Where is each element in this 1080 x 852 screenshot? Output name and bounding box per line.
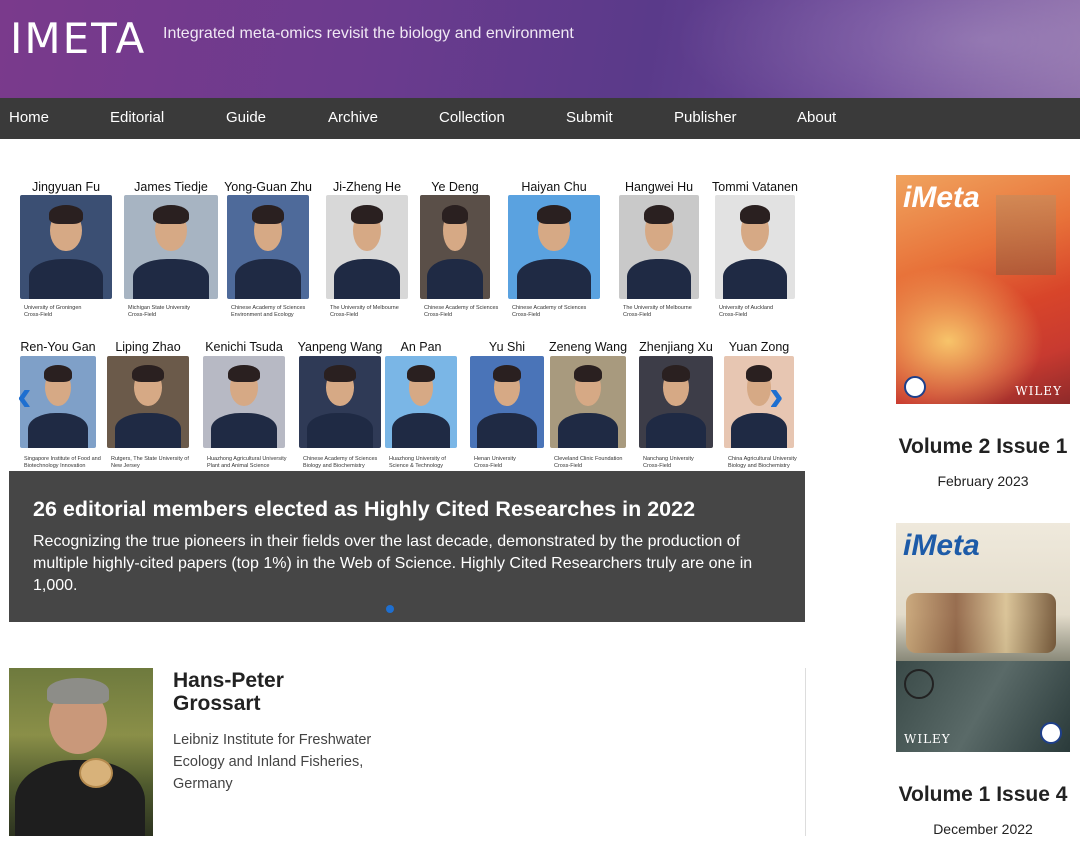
member-affiliation: Chinese Academy of Sciences Biology and … (303, 456, 378, 469)
member-name: Kenichi Tsuda (205, 340, 283, 354)
member-affiliation: Nanchang University Cross-Field (643, 456, 694, 469)
member-name: Ren-You Gan (20, 340, 96, 354)
caption-title[interactable]: 26 editorial members elected as Highly C… (33, 497, 781, 522)
member-affiliation: Huazhong Agricultural University Plant a… (207, 456, 287, 469)
member-photo[interactable] (420, 195, 490, 299)
nav-archive[interactable]: Archive (328, 109, 378, 126)
member-name: Ye Deng (431, 180, 479, 194)
issue-volume-v2i1[interactable]: Volume 2 Issue 1 (883, 435, 1080, 459)
nav-guide[interactable]: Guide (226, 109, 266, 126)
member-affiliation: The University of Melbourne Cross-Field (330, 305, 399, 318)
member-photo[interactable] (385, 356, 457, 448)
member-photo[interactable] (619, 195, 699, 299)
member-name: James Tiedje (134, 180, 208, 194)
featured-affil-line-3: Germany (173, 776, 233, 792)
caption-text: Recognizing the true pioneers in their f… (33, 533, 753, 594)
featured-name-line-1: Hans-Peter (173, 669, 284, 692)
divider (805, 668, 806, 836)
imeta-badge-icon (1040, 722, 1062, 744)
member-photo[interactable] (107, 356, 189, 448)
member-photo[interactable] (508, 195, 600, 299)
member-name: Hangwei Hu (624, 180, 694, 194)
member-name: Haiyan Chu (521, 180, 587, 194)
nav-home[interactable]: Home (9, 109, 49, 126)
member-affiliation: University of Auckland Cross-Field (719, 305, 774, 318)
issue-volume-v1i4[interactable]: Volume 1 Issue 4 (883, 783, 1080, 807)
editorial-carousel[interactable]: Jingyuan Fu University of Groningen Cross… (9, 160, 805, 622)
issue-cover-v2i1[interactable]: iMeta WILEY (896, 175, 1070, 404)
issue-cover-v1i4[interactable]: iMeta WILEY (896, 523, 1070, 752)
member-name: Ji-Zheng He (332, 180, 402, 194)
nav-collection[interactable]: Collection (439, 109, 505, 126)
member-name: Zeneng Wang (548, 340, 628, 354)
member-name: Liping Zhao (115, 340, 181, 354)
issue-date-v2i1: February 2023 (937, 473, 1029, 489)
member-photo[interactable] (550, 356, 626, 448)
featured-member-photo[interactable] (9, 668, 153, 836)
member-affiliation: The University of Melbourne Cross-Field (623, 305, 692, 318)
featured-member-name[interactable]: Hans-Peter Grossart (173, 669, 284, 715)
member-name: Tommi Vatanen (712, 180, 798, 194)
imeta-badge-icon (904, 376, 926, 398)
member-affiliation: Chinese Academy of Sciences Cross-Field (512, 305, 587, 318)
cover-publisher: WILEY (1015, 384, 1062, 398)
carousel-indicator[interactable] (386, 605, 394, 613)
member-photo[interactable] (326, 195, 408, 299)
nav-publisher[interactable]: Publisher (674, 109, 737, 126)
cover-title: iMeta (903, 181, 980, 214)
main-nav: Home Editorial Guide Archive Collection … (0, 98, 1080, 139)
member-affiliation: Chinese Academy of Sciences Environment … (231, 305, 306, 318)
member-photo[interactable] (639, 356, 713, 448)
member-photo[interactable] (715, 195, 795, 299)
member-name: Jingyuan Fu (31, 180, 101, 194)
member-photo[interactable] (20, 195, 112, 299)
site-logo[interactable]: IMETA (10, 14, 146, 63)
member-affiliation: Huazhong University of Science & Technol… (389, 456, 446, 469)
member-affiliation: Henan University Cross-Field (474, 456, 516, 469)
member-affiliation: Chinese Academy of Sciences Cross-Field (424, 305, 499, 318)
member-affiliation: University of Groningen Cross-Field (24, 305, 82, 318)
member-affiliation: China Agricultural University Biology an… (728, 456, 797, 469)
nav-editorial[interactable]: Editorial (110, 109, 164, 126)
member-photo[interactable] (470, 356, 544, 448)
cover-title: iMeta (903, 529, 980, 562)
featured-affil-line-1: Leibniz Institute for Freshwater (173, 732, 372, 748)
member-affiliation: Cleveland Clinic Foundation Cross-Field (554, 456, 623, 469)
featured-member-affiliation: Leibniz Institute for Freshwater Ecology… (173, 729, 371, 795)
member-name: Yong-Guan Zhu (224, 180, 312, 194)
member-name: Yuan Zong (728, 340, 790, 354)
member-photo[interactable] (227, 195, 309, 299)
member-affiliation: Rutgers, The State University of New Jer… (111, 456, 189, 469)
member-name: An Pan (400, 340, 442, 354)
featured-name-line-2: Grossart (173, 692, 261, 715)
nav-submit[interactable]: Submit (566, 109, 613, 126)
header-banner: IMETA Integrated meta-omics revisit the … (0, 0, 1080, 98)
member-photo[interactable] (299, 356, 381, 448)
carousel-caption: 26 editorial members elected as Highly C… (9, 471, 805, 622)
member-photo[interactable] (203, 356, 285, 448)
member-photo[interactable] (124, 195, 218, 299)
member-name: Zhenjiang Xu (639, 340, 713, 354)
site-tagline: Integrated meta-omics revisit the biolog… (163, 25, 574, 42)
nav-about[interactable]: About (797, 109, 836, 126)
featured-affil-line-2: Ecology and Inland Fisheries, (173, 754, 364, 770)
member-affiliation: Michigan State University Cross-Field (128, 305, 191, 318)
member-affiliation: Singapore Institute of Food and Biotechn… (24, 456, 101, 469)
issue-date-v1i4: December 2022 (933, 821, 1033, 837)
cover-publisher: WILEY (904, 732, 951, 746)
carousel-prev-icon[interactable]: ‹ (17, 374, 32, 418)
carousel-next-icon[interactable]: › (769, 374, 784, 418)
